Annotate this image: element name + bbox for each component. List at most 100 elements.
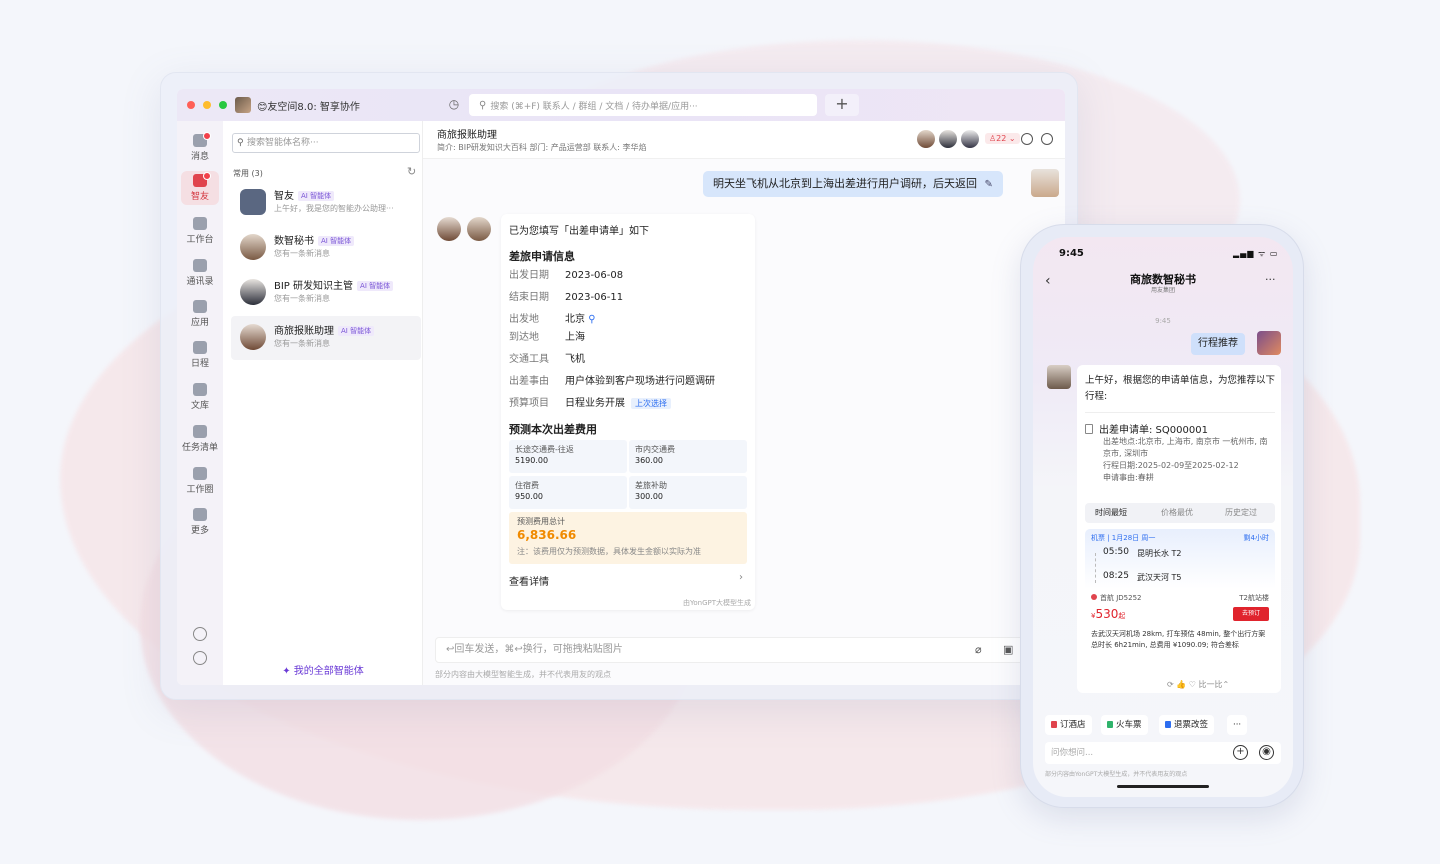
settings-icon[interactable]: [1041, 133, 1053, 145]
terminal: T2航站楼: [1239, 594, 1269, 602]
member-avatar[interactable]: [939, 130, 957, 148]
global-search-input[interactable]: ⚲ 搜索 (⌘+F) 联系人 / 群组 / 文档 / 待办单据/应用···: [469, 94, 817, 116]
all-agents-link[interactable]: ✦ 我的全部智能体: [223, 662, 423, 677]
chip-more[interactable]: ···: [1227, 715, 1248, 735]
unread-badge: [203, 132, 211, 140]
location-pin-icon[interactable]: ⚲: [588, 314, 595, 325]
search-icon: ⚲: [237, 138, 244, 148]
message-input[interactable]: ↩回车发送，⌘↩换行，可拖拽粘贴图片: [435, 637, 1053, 663]
book-button[interactable]: 去预订: [1233, 607, 1269, 621]
field-start-date: 出发日期 2023-06-08: [509, 270, 624, 281]
settings-icon[interactable]: [193, 651, 207, 665]
hotel-icon: [1051, 721, 1057, 728]
agent-item-travel-expense[interactable]: 商旅报账助理 AI 智能体 您有一条新消息: [231, 316, 421, 360]
edit-icon[interactable]: ✎: [985, 172, 993, 198]
chat-header: 商旅报账助理 简介: BIP研发知识大百科 部门: 产品运营部 联系人: 李华焰…: [423, 121, 1065, 159]
flight-option[interactable]: 机票 | 1月28日 周一 剩4小时 05:50 昆明长水 T2 08:25 武…: [1085, 529, 1275, 679]
rail-item-label: 消息: [190, 152, 209, 162]
member-count-badge[interactable]: ♙22 ⌄: [985, 133, 1020, 144]
chat-bubble-icon[interactable]: [1021, 133, 1033, 145]
bot-avatar: [437, 217, 461, 241]
rail-item-messages[interactable]: 消息: [181, 131, 219, 165]
chat-panel: 商旅报账助理 简介: BIP研发知识大百科 部门: 产品运营部 联系人: 李华焰…: [423, 121, 1065, 685]
desktop-frame: 😊友空间8.0: 智享协作 ◷ ⚲ 搜索 (⌘+F) 联系人 / 群组 / 文档…: [160, 72, 1078, 700]
member-avatar[interactable]: [917, 130, 935, 148]
rail-item-work-circle[interactable]: 工作圈: [181, 464, 219, 498]
cost-item: 长途交通费-往返 5190.00: [509, 440, 627, 473]
agent-subtitle: 您有一条新消息: [274, 339, 330, 348]
desktop-window: 😊友空间8.0: 智享协作 ◷ ⚲ 搜索 (⌘+F) 联系人 / 群组 / 文档…: [177, 89, 1065, 685]
rail-item-zhiyou[interactable]: 智友: [181, 171, 219, 205]
refresh-icon[interactable]: ↻: [407, 165, 416, 178]
rail-item-more[interactable]: 更多: [181, 505, 219, 539]
agent-search-placeholder: 搜索智能体名称···: [247, 138, 319, 148]
plus-icon[interactable]: +: [1233, 745, 1248, 760]
maximize-window-button[interactable]: [219, 101, 227, 109]
rail-item-label: 日程: [190, 359, 209, 369]
chip-train[interactable]: 火车票: [1101, 715, 1148, 735]
rail-item-label: 应用: [190, 318, 209, 328]
agent-search-input[interactable]: ⚲ 搜索智能体名称···: [232, 133, 420, 153]
task-icon: [193, 425, 207, 438]
circle-icon: [193, 467, 207, 480]
section-title: 差旅申请信息: [509, 250, 575, 263]
tab-history[interactable]: 历史定过: [1225, 507, 1257, 518]
input-placeholder: 问你想问...: [1051, 748, 1094, 758]
attachment-icon[interactable]: ⌀: [975, 644, 987, 656]
rail-item-library[interactable]: 文库: [181, 380, 219, 414]
train-icon: [1107, 721, 1113, 728]
user-avatar: [1257, 331, 1281, 355]
chip-refund[interactable]: 退票改签: [1159, 715, 1215, 735]
generated-by-label: 由YonGPT大模型生成: [683, 599, 751, 607]
rail-item-apps[interactable]: 应用: [181, 297, 219, 331]
rail-item-tasks[interactable]: 任务清单: [181, 422, 219, 456]
favorites-icon[interactable]: [193, 627, 207, 641]
contacts-icon: [193, 259, 207, 272]
agent-name: BIP 研发知识主管 AI 智能体: [274, 277, 394, 292]
agent-item-zhiyou[interactable]: 智友 AI 智能体 上午好，我是您的智能办公助理···: [231, 181, 421, 225]
voice-icon[interactable]: ◉: [1259, 745, 1274, 760]
view-detail-link[interactable]: 查看详情: [509, 573, 549, 588]
section-title: 预测本次出差费用: [509, 423, 597, 436]
history-icon[interactable]: ◷: [447, 97, 461, 111]
chip-hotel[interactable]: 订酒店: [1045, 715, 1092, 735]
input-placeholder: ↩回车发送，⌘↩换行，可拖拽粘贴图片: [446, 644, 623, 655]
agent-subtitle: 您有一条新消息: [274, 249, 330, 258]
calendar-icon: [193, 341, 207, 354]
chevron-right-icon[interactable]: ›: [739, 572, 743, 583]
departure-time: 05:50: [1103, 547, 1129, 557]
arrival-time: 08:25: [1103, 571, 1129, 581]
agent-subtitle: 您有一条新消息: [274, 294, 330, 303]
tab-shortest-time[interactable]: 时间最短: [1095, 507, 1127, 518]
minimize-window-button[interactable]: [203, 101, 211, 109]
tab-best-price[interactable]: 价格最优: [1161, 507, 1193, 518]
rail-item-workbench[interactable]: 工作台: [181, 214, 219, 248]
itinerary-card: 上午好，根据您的申请单信息，为您推荐以下行程: 出差申请单: SQ000001 …: [1077, 365, 1281, 693]
rail-item-calendar[interactable]: 日程: [181, 338, 219, 372]
feedback-actions[interactable]: ⟳ 👍 ♡ 比一比⌃: [1167, 679, 1229, 690]
agent-avatar: [240, 189, 266, 215]
field-budget: 预算项目 日程业务开展 上次选择: [509, 394, 671, 409]
rail-item-label: 更多: [190, 526, 209, 536]
phone-frame: 9:45 ▂▄▆ ᯤ ▭ ‹ 商旅数智秘书 用友集团 ··· 9:45 行程推荐…: [1020, 224, 1304, 808]
agent-avatar: [240, 324, 266, 350]
search-icon: ⚲: [479, 99, 487, 111]
last-selection-button[interactable]: 上次选择: [631, 398, 671, 409]
agent-item-bip-knowledge[interactable]: BIP 研发知识主管 AI 智能体 您有一条新消息: [231, 271, 421, 315]
close-window-button[interactable]: [187, 101, 195, 109]
user-avatar[interactable]: [235, 97, 251, 113]
add-button[interactable]: +: [825, 94, 859, 116]
more-options-icon[interactable]: ···: [1265, 273, 1276, 286]
image-icon[interactable]: ▣: [1003, 644, 1015, 656]
departure-airport: 昆明长水 T2: [1137, 549, 1182, 558]
rail-item-contacts[interactable]: 通讯录: [181, 256, 219, 290]
field-departure: 出发地 北京 ⚲: [509, 314, 596, 325]
cost-item: 住宿费 950.00: [509, 476, 627, 509]
application-title: 出差申请单: SQ000001: [1085, 421, 1208, 436]
phone-subtitle: 用友集团: [1150, 287, 1175, 294]
agent-item-data-secretary[interactable]: 数智秘书 AI 智能体 您有一条新消息: [231, 226, 421, 270]
group-label: 常用 (3): [233, 169, 263, 178]
member-avatar[interactable]: [961, 130, 979, 148]
airline-logo-icon: [1091, 594, 1097, 600]
field-transport: 交通工具 飞机: [509, 354, 585, 365]
